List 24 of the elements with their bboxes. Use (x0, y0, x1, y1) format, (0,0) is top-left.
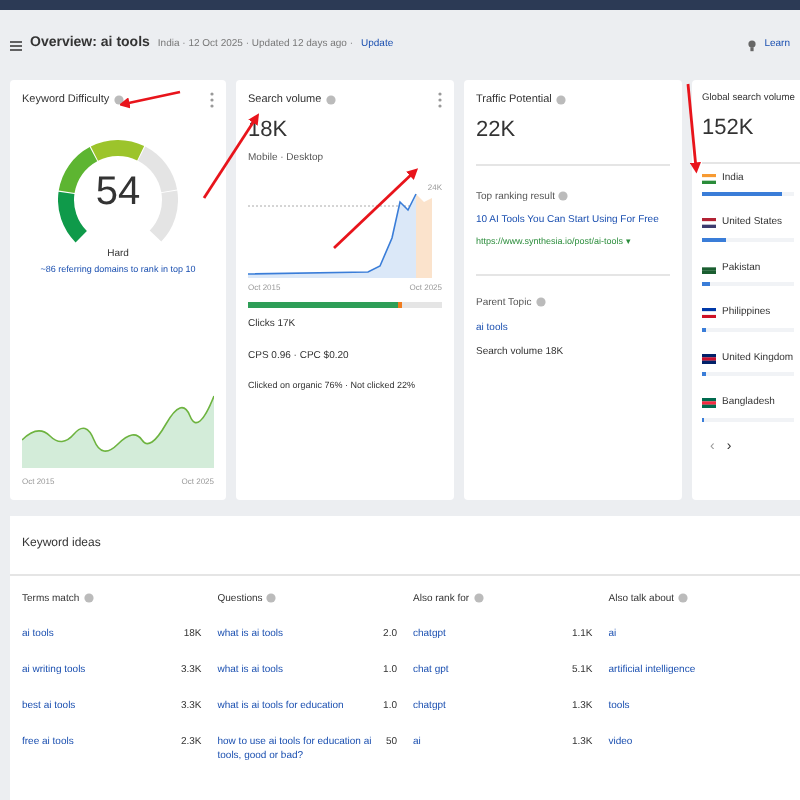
annotation-arrow (120, 90, 181, 109)
info-icon (535, 295, 546, 308)
flag-icon (702, 398, 716, 409)
global-value: 152K (702, 114, 756, 145)
info-icon (113, 93, 124, 106)
info-icon (473, 592, 484, 604)
flag-icon (702, 173, 716, 184)
info-icon (83, 592, 94, 604)
menu-icon[interactable] (10, 39, 22, 51)
info-icon (266, 592, 277, 604)
flag-icon (702, 308, 716, 319)
info-icon (325, 93, 336, 106)
annotation-arrow (686, 83, 702, 174)
info-icon (678, 592, 689, 604)
info-icon (558, 189, 569, 202)
annotation-arrow (333, 168, 419, 249)
flag-icon (702, 353, 716, 364)
difficulty-score: 54 (93, 172, 143, 213)
bulb-icon (748, 39, 757, 51)
flag-icon (702, 263, 716, 274)
volume-value: 18K (248, 116, 290, 147)
traffic-value: 22K (476, 116, 518, 147)
flag-icon (702, 218, 716, 229)
info-icon (555, 93, 566, 106)
